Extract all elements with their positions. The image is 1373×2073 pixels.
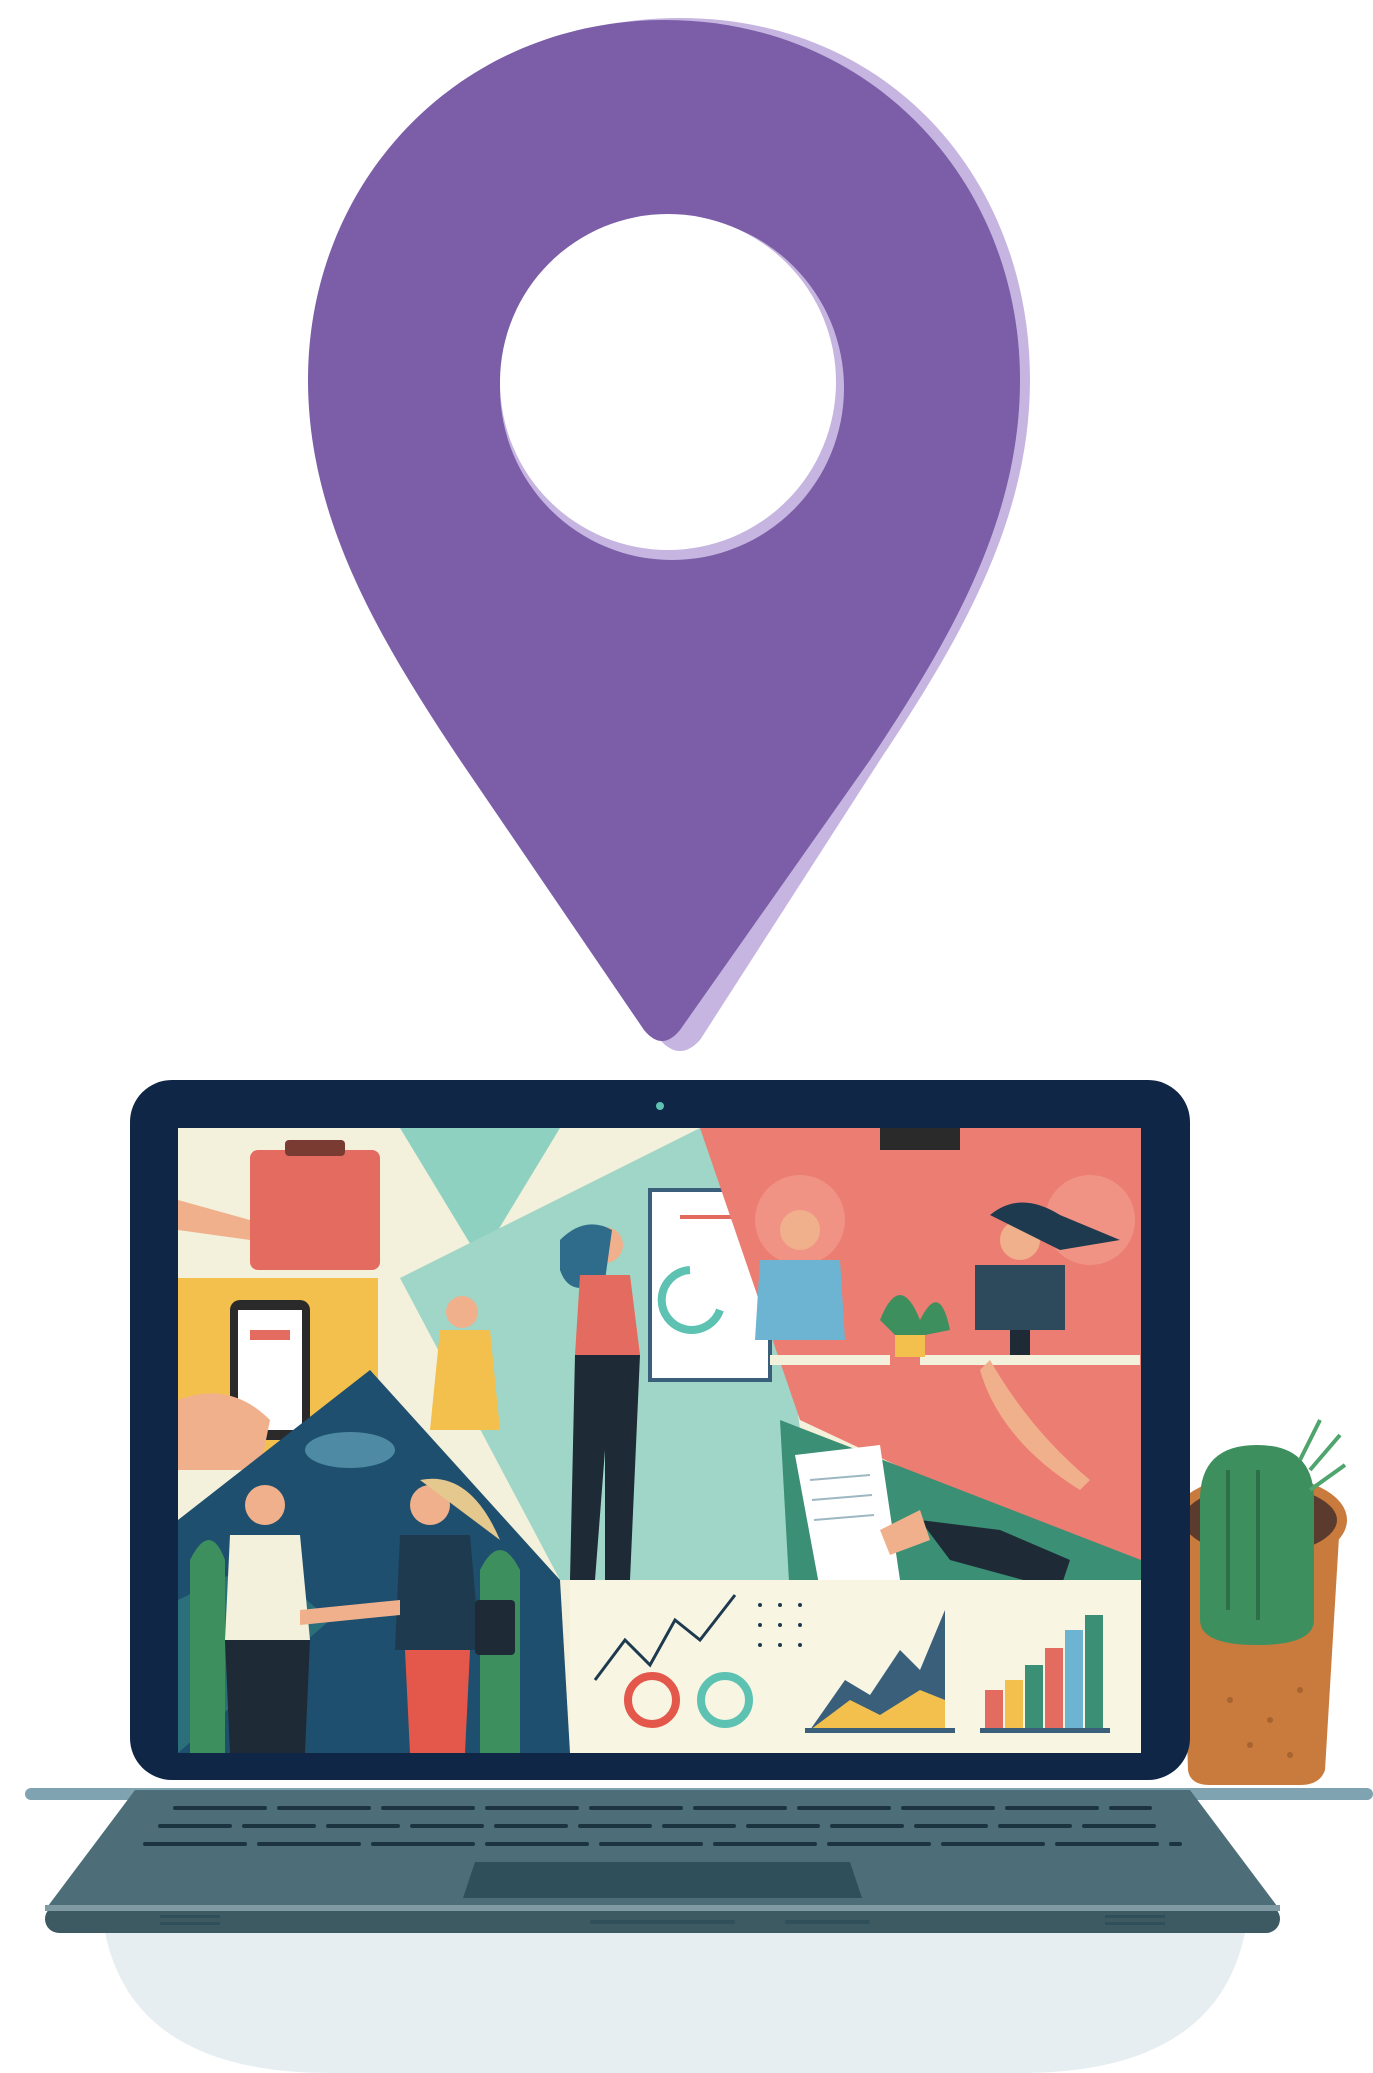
panel-analytics-charts [570, 1580, 1141, 1753]
map-pin-icon [308, 18, 1030, 1051]
cactus-plant [1173, 1419, 1347, 1785]
location-laptop-illustration [25, 18, 1373, 2073]
trackpad [463, 1862, 862, 1898]
laptop-screen [178, 1128, 1141, 1753]
laptop-base [45, 1790, 1280, 1933]
